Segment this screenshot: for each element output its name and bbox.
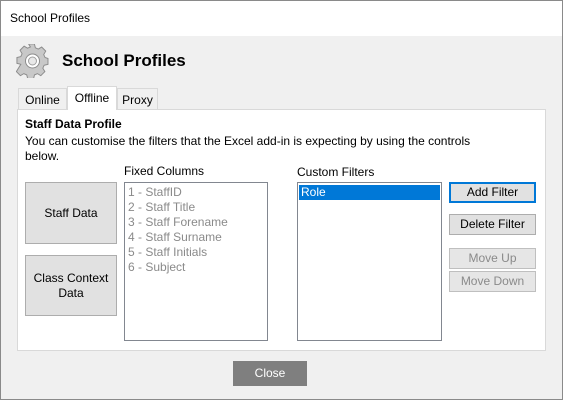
list-item: 2 - Staff Title xyxy=(128,200,196,214)
page-title: School Profiles xyxy=(62,51,186,70)
window-titlebar: School Profiles xyxy=(1,1,562,36)
staff-data-button-label: Staff Data xyxy=(44,205,98,220)
list-item-selected[interactable]: Role xyxy=(299,185,440,200)
window-title: School Profiles xyxy=(10,11,91,25)
tab-proxy-label: Proxy xyxy=(122,93,153,107)
fixed-columns-label: Fixed Columns xyxy=(124,164,205,178)
gear-icon xyxy=(16,44,49,78)
list-item: 4 - Staff Surname xyxy=(128,230,222,244)
tab-online[interactable]: Online xyxy=(18,88,67,109)
list-item: 3 - Staff Forename xyxy=(128,215,228,229)
custom-filters-list[interactable]: Role xyxy=(297,182,442,341)
add-filter-button[interactable]: Add Filter xyxy=(449,182,536,203)
staff-data-button[interactable]: Staff Data xyxy=(25,182,117,244)
delete-filter-button[interactable]: Delete Filter xyxy=(449,214,536,235)
move-down-button[interactable]: Move Down xyxy=(449,271,536,292)
school-profiles-window: School Profiles School Profiles Online O… xyxy=(0,0,563,400)
section-title: Staff Data Profile xyxy=(25,117,122,131)
class-context-data-button[interactable]: Class Context Data xyxy=(25,255,117,316)
fixed-columns-list[interactable]: 1 - StaffID 2 - Staff Title 3 - Staff Fo… xyxy=(124,182,268,341)
class-context-data-button-label: Class Context Data xyxy=(33,270,109,300)
tab-online-label: Online xyxy=(25,93,60,107)
tab-offline[interactable]: Offline xyxy=(67,86,117,110)
list-item: 6 - Subject xyxy=(128,260,186,274)
list-item: 5 - Staff Initials xyxy=(128,245,208,259)
panel-description: You can customise the filters that the E… xyxy=(25,134,471,163)
close-button[interactable]: Close xyxy=(233,361,307,386)
list-item: 1 - StaffID xyxy=(128,185,182,199)
custom-filters-label: Custom Filters xyxy=(297,165,375,179)
move-up-button[interactable]: Move Up xyxy=(449,248,536,269)
tab-proxy[interactable]: Proxy xyxy=(117,88,158,109)
tab-offline-label: Offline xyxy=(74,91,110,105)
